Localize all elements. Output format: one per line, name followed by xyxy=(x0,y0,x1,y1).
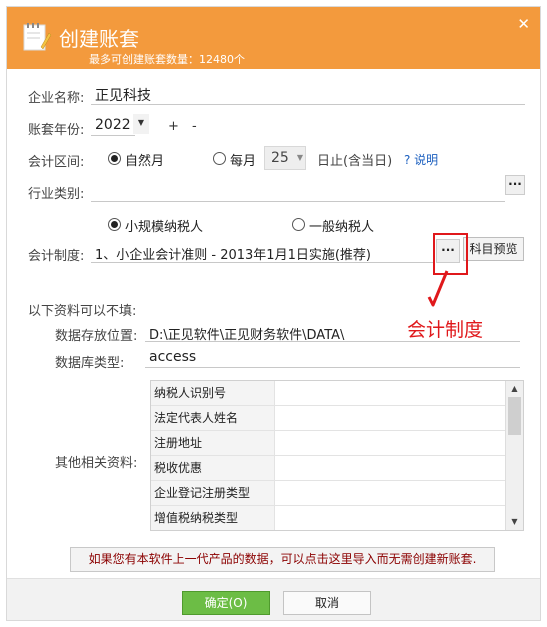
period-label: 会计区间: xyxy=(28,155,85,170)
grid-row[interactable]: 法定代表人姓名 xyxy=(151,406,506,431)
grid-row-label: 增值税纳税类型 xyxy=(151,506,275,530)
annotation-arrow-icon xyxy=(427,270,449,307)
grid-row[interactable]: 增值税纳税类型 xyxy=(151,506,506,530)
monthly-label: 每月 xyxy=(230,154,257,169)
notebook-pencil-icon xyxy=(23,23,51,51)
grid-row[interactable]: 税收优惠 xyxy=(151,456,506,481)
industry-ellipsis-icon[interactable]: ··· xyxy=(505,175,525,195)
industry-input[interactable] xyxy=(91,182,505,202)
ok-button[interactable]: 确定(O) xyxy=(182,591,270,615)
storage-value: D:\正见软件\正见财务软件\DATA\ xyxy=(149,328,345,343)
natural-month-radio[interactable] xyxy=(108,152,121,165)
import-notice-button[interactable]: 如果您有本软件上一代产品的数据，可以点击这里导入而无需创建新账套. xyxy=(70,547,495,572)
general-taxpayer-label: 一般纳税人 xyxy=(309,220,375,235)
grid-row-label: 注册地址 xyxy=(151,431,275,455)
cancel-button[interactable]: 取消 xyxy=(283,591,371,615)
industry-label: 行业类别: xyxy=(28,187,85,202)
day-suffix-label: 日止(含当日) xyxy=(317,154,393,169)
year-label: 账套年份: xyxy=(28,123,85,138)
accounting-system-value: 1、小企业会计准则 - 2013年1月1日实施(推荐) xyxy=(95,248,371,263)
year-input[interactable]: 2022 xyxy=(91,116,135,136)
create-account-set-dialog: 创建账套 最多可创建账套数量：12480个 ✕ 企业名称: 正见科技 账套年份:… xyxy=(6,6,541,621)
grid-row[interactable]: 企业登记注册类型 xyxy=(151,481,506,506)
database-label: 数据库类型: xyxy=(55,356,125,371)
help-link[interactable]: ? 说明 xyxy=(404,151,438,168)
company-name-label: 企业名称: xyxy=(28,91,85,106)
grid-row-label: 法定代表人姓名 xyxy=(151,406,275,430)
dialog-footer: 确定(O) 取消 xyxy=(7,578,540,620)
chevron-down-icon: ▼ xyxy=(296,153,303,162)
grid-row[interactable]: 注册地址 xyxy=(151,431,506,456)
grid-row-label: 税收优惠 xyxy=(151,456,275,480)
dialog-subtitle: 最多可创建账套数量：12480个 xyxy=(89,53,245,66)
grid-row-label: 企业登记注册类型 xyxy=(151,481,275,505)
storage-input[interactable]: D:\正见软件\正见财务软件\DATA\ xyxy=(145,322,520,343)
monthly-radio[interactable] xyxy=(213,152,226,165)
title-bar: 创建账套 最多可创建账套数量：12480个 ✕ xyxy=(7,7,540,69)
company-name-input[interactable]: 正见科技 xyxy=(91,85,525,105)
year-minus-button[interactable]: - xyxy=(192,119,197,134)
storage-label: 数据存放位置: xyxy=(55,329,138,344)
year-spinner-icon[interactable]: ▼ xyxy=(133,114,149,134)
close-icon[interactable]: ✕ xyxy=(517,15,530,33)
other-info-grid: 纳税人识别号 法定代表人姓名 注册地址 税收优惠 企业登记注册类型 增值税纳税类… xyxy=(150,380,524,531)
small-taxpayer-radio[interactable] xyxy=(108,218,121,231)
accounting-system-field[interactable]: 1、小企业会计准则 - 2013年1月1日实施(推荐) xyxy=(91,241,433,263)
optional-header: 以下资料可以不填: xyxy=(28,304,137,319)
database-value: access xyxy=(149,349,197,365)
accounting-system-label: 会计制度: xyxy=(28,249,85,264)
natural-month-label: 自然月 xyxy=(125,154,165,169)
day-value: 25 xyxy=(271,150,289,166)
other-info-label: 其他相关资料: xyxy=(55,456,138,471)
grid-scrollbar[interactable]: ▲ ▼ xyxy=(505,381,523,530)
year-value: 2022 xyxy=(95,117,131,133)
database-input[interactable]: access xyxy=(145,348,520,368)
small-taxpayer-label: 小规模纳税人 xyxy=(125,220,204,235)
subject-preview-button[interactable]: 科目预览 xyxy=(463,237,524,261)
scroll-up-icon[interactable]: ▲ xyxy=(506,382,523,396)
company-name-value: 正见科技 xyxy=(95,88,151,104)
grid-row[interactable]: 纳税人识别号 xyxy=(151,381,506,406)
scroll-thumb[interactable] xyxy=(508,397,521,435)
grid-row-label: 纳税人识别号 xyxy=(151,381,275,405)
day-select[interactable]: 25 ▼ xyxy=(264,146,306,170)
general-taxpayer-radio[interactable] xyxy=(292,218,305,231)
year-plus-button[interactable]: + xyxy=(168,119,179,134)
dialog-title: 创建账套 xyxy=(59,27,139,51)
scroll-down-icon[interactable]: ▼ xyxy=(506,515,523,529)
